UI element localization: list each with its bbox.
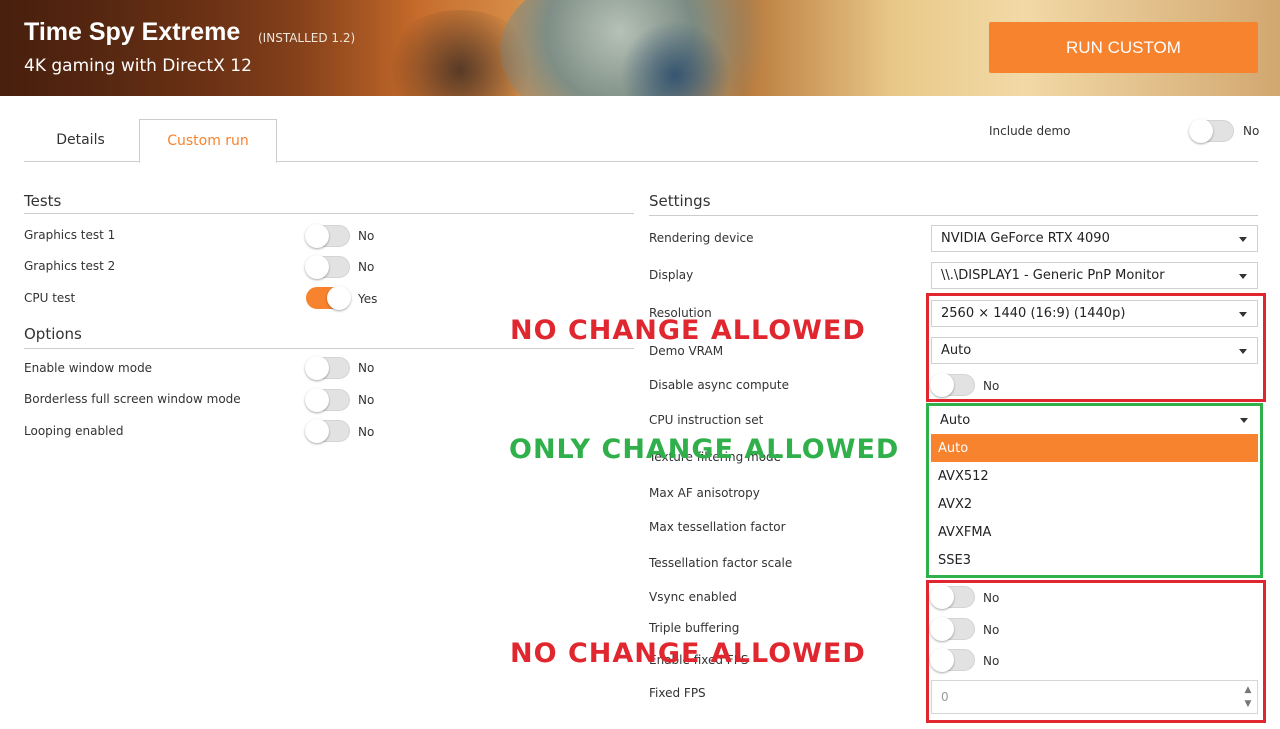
graphics-test-1-label: Graphics test 1: [24, 228, 116, 242]
include-demo-value: No: [1243, 124, 1260, 138]
no-change-annotation-top: NO CHANGE ALLOWED: [510, 315, 866, 346]
graphics-test-2-value: No: [358, 260, 375, 274]
chevron-down-icon: [1239, 274, 1247, 279]
cpu-instruction-label: CPU instruction set: [649, 413, 764, 427]
include-demo-label: Include demo: [989, 124, 1071, 138]
triple-buffering-label: Triple buffering: [649, 621, 740, 635]
options-heading: Options: [24, 325, 82, 343]
graphics-test-2-toggle[interactable]: [305, 255, 350, 279]
tab-details[interactable]: Details: [24, 119, 137, 161]
no-change-box-bottom: [926, 580, 1266, 723]
only-change-annotation: ONLY CHANGE ALLOWED: [509, 434, 900, 465]
rendering-device-label: Rendering device: [649, 231, 754, 245]
tab-custom-run[interactable]: Custom run: [139, 119, 277, 163]
no-change-box-top: [926, 293, 1266, 402]
benchmark-subtitle: 4K gaming with DirectX 12: [24, 56, 252, 76]
header-banner: Time Spy Extreme (INSTALLED 1.2) 4K gami…: [0, 0, 1280, 96]
chevron-down-icon: [1239, 237, 1247, 242]
no-change-annotation-bottom: NO CHANGE ALLOWED: [510, 638, 866, 669]
cpu-test-value: Yes: [358, 292, 378, 306]
window-mode-value: No: [358, 361, 375, 375]
max-af-label: Max AF anisotropy: [649, 486, 760, 500]
demo-vram-label: Demo VRAM: [649, 344, 724, 358]
max-tessellation-label: Max tessellation factor: [649, 520, 786, 534]
graphics-test-2-label: Graphics test 2: [24, 259, 116, 273]
disable-async-label: Disable async compute: [649, 378, 789, 392]
borderless-mode-value: No: [358, 393, 375, 407]
installed-version: (INSTALLED 1.2): [258, 31, 356, 45]
fixed-fps-label: Fixed FPS: [649, 686, 706, 700]
window-mode-toggle[interactable]: [305, 356, 350, 380]
window-mode-label: Enable window mode: [24, 361, 153, 375]
display-label: Display: [649, 268, 694, 282]
vsync-label: Vsync enabled: [649, 590, 737, 604]
settings-heading: Settings: [649, 192, 711, 210]
include-demo-toggle[interactable]: [1189, 119, 1234, 143]
cpu-test-label: CPU test: [24, 291, 76, 305]
borderless-mode-label: Borderless full screen window mode: [24, 392, 241, 406]
tessellation-scale-label: Tessellation factor scale: [649, 556, 793, 570]
graphics-test-1-toggle[interactable]: [305, 224, 350, 248]
display-select[interactable]: \\.\DISPLAY1 - Generic PnP Monitor: [931, 262, 1258, 289]
tests-heading: Tests: [24, 192, 62, 210]
rendering-device-value: NVIDIA GeForce RTX 4090: [941, 231, 1110, 246]
benchmark-title: Time Spy Extreme: [24, 18, 241, 46]
looping-value: No: [358, 425, 375, 439]
tests-divider: [24, 213, 634, 214]
cpu-test-toggle[interactable]: [306, 286, 351, 310]
run-custom-button[interactable]: RUN CUSTOM: [989, 22, 1258, 73]
looping-label: Looping enabled: [24, 424, 124, 438]
options-divider: [24, 348, 634, 349]
looping-toggle[interactable]: [305, 419, 350, 443]
borderless-mode-toggle[interactable]: [305, 388, 350, 412]
only-change-box: [926, 403, 1263, 578]
rendering-device-select[interactable]: NVIDIA GeForce RTX 4090: [931, 225, 1258, 252]
settings-divider: [649, 215, 1258, 216]
graphics-test-1-value: No: [358, 229, 375, 243]
banner-shade: [0, 0, 420, 96]
display-value: \\.\DISPLAY1 - Generic PnP Monitor: [941, 268, 1165, 283]
